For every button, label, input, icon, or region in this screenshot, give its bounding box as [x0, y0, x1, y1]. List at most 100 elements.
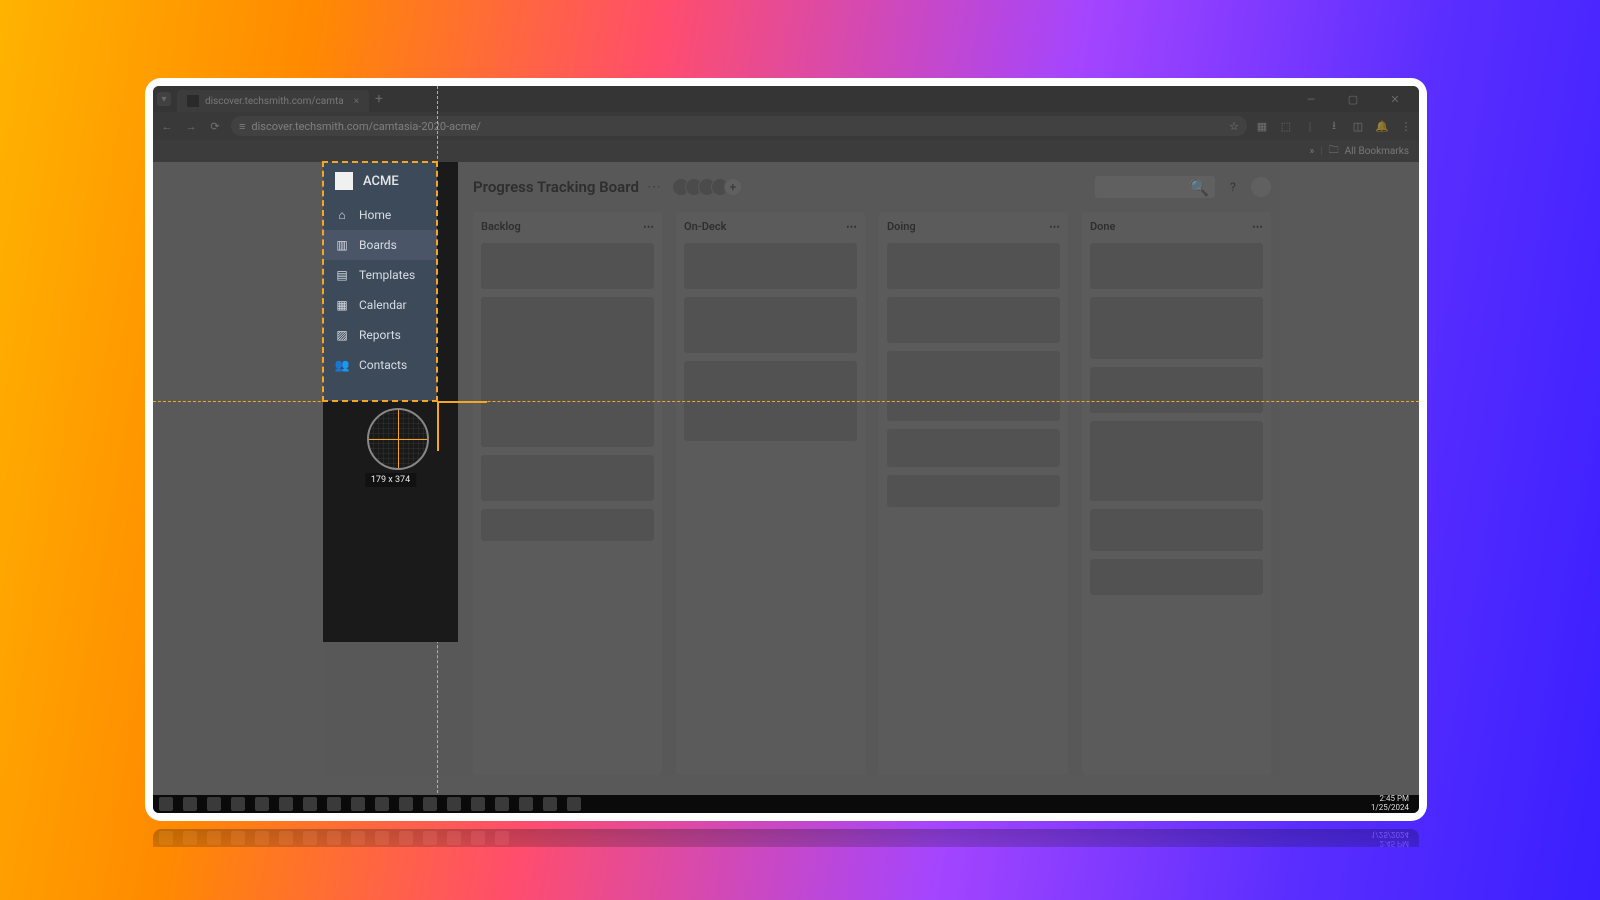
sidebar-item-contacts[interactable]: 👥 Contacts: [323, 350, 437, 380]
board-card[interactable]: [481, 509, 654, 541]
sidebar-item-label: Templates: [359, 268, 415, 282]
add-member-button[interactable]: +: [724, 178, 742, 196]
taskbar-app-icon[interactable]: [231, 797, 245, 811]
sidebar-brand[interactable]: ACME: [323, 162, 437, 200]
capture-magnifier: [367, 408, 429, 470]
taskbar-app-icon[interactable]: [471, 797, 485, 811]
column-header: Backlog⋯: [481, 220, 654, 233]
window-controls: — ▢ ✕: [1297, 93, 1415, 106]
window-minimize-button[interactable]: —: [1297, 93, 1325, 106]
column-title: Done: [1090, 220, 1115, 233]
notifications-icon[interactable]: 🔔: [1375, 120, 1389, 133]
taskbar-clock[interactable]: 2:45 PM 1/25/2024: [1371, 795, 1413, 813]
window-close-button[interactable]: ✕: [1381, 93, 1409, 106]
sidebar-item-label: Boards: [359, 238, 397, 252]
sidebar-item-reports[interactable]: ▨ Reports: [323, 320, 437, 350]
board-card[interactable]: [481, 455, 654, 501]
board-search-input[interactable]: 🔍: [1095, 176, 1215, 198]
tab-dropdown-icon[interactable]: ▾: [157, 92, 171, 106]
url-field[interactable]: ≡ discover.techsmith.com/camtasia-2020-a…: [231, 116, 1247, 136]
reflection: 2:45 PM1/25/2024: [145, 821, 1427, 891]
taskbar-app-icon[interactable]: [375, 797, 389, 811]
board-card[interactable]: [684, 243, 857, 289]
board-card[interactable]: [1090, 243, 1263, 289]
column-menu-icon[interactable]: ⋯: [1049, 220, 1060, 233]
taskbar-app-icon[interactable]: [351, 797, 365, 811]
board-menu-icon[interactable]: ⋯: [647, 179, 661, 195]
nav-reload-icon[interactable]: ⟳: [207, 120, 223, 133]
app-viewport: ACME ⌂ Home ▥ Boards ▤: [153, 162, 1419, 795]
user-avatar-icon[interactable]: [1251, 177, 1271, 197]
app-sidebar-dark: ACME ⌂ Home ▥ Boards ▤: [323, 162, 458, 642]
sidebar-item-templates[interactable]: ▤ Templates: [323, 260, 437, 290]
taskbar-app-icon[interactable]: [447, 797, 461, 811]
board-card[interactable]: [887, 429, 1060, 467]
board-card[interactable]: [887, 243, 1060, 289]
sidebar-item-calendar[interactable]: ▦ Calendar: [323, 290, 437, 320]
taskbar-app-icon[interactable]: [567, 797, 581, 811]
board-card[interactable]: [1090, 421, 1263, 501]
taskbar-app-icon[interactable]: [543, 797, 557, 811]
taskbar-app-icon[interactable]: [327, 797, 341, 811]
board-card[interactable]: [481, 297, 654, 447]
extension-2-icon[interactable]: ⬚: [1279, 120, 1293, 133]
board-card[interactable]: [887, 351, 1060, 421]
start-button[interactable]: [159, 797, 173, 811]
sidebar-item-boards[interactable]: ▥ Boards: [323, 230, 437, 260]
column-menu-icon[interactable]: ⋯: [643, 220, 654, 233]
board-card[interactable]: [481, 243, 654, 289]
tab-close-icon[interactable]: ×: [354, 96, 359, 107]
taskbar-app-icon[interactable]: [303, 797, 317, 811]
sidepanel-icon[interactable]: ◫: [1351, 120, 1365, 133]
bookmark-star-icon[interactable]: ☆: [1229, 120, 1239, 133]
browser-address-bar: ← → ⟳ ≡ discover.techsmith.com/camtasia-…: [153, 112, 1419, 140]
window-maximize-button[interactable]: ▢: [1339, 93, 1367, 106]
sidebar-item-home[interactable]: ⌂ Home: [323, 200, 437, 230]
board-title: Progress Tracking Board: [473, 178, 639, 196]
board-card[interactable]: [887, 475, 1060, 507]
taskbar-app-icon[interactable]: [279, 797, 293, 811]
sidebar-item-label: Reports: [359, 328, 401, 342]
column-menu-icon[interactable]: ⋯: [1252, 220, 1263, 233]
taskbar-app-icon[interactable]: [495, 797, 509, 811]
screenshot-frame: ▾ discover.techsmith.com/camta × + — ▢ ✕…: [145, 78, 1427, 821]
templates-icon: ▤: [335, 268, 349, 282]
taskbar-app-icon[interactable]: [519, 797, 533, 811]
sidebar-item-label: Home: [359, 208, 391, 222]
windows-taskbar: 2:45 PM 1/25/2024: [153, 795, 1419, 813]
browser-tab-strip: ▾ discover.techsmith.com/camta × + — ▢ ✕: [153, 86, 1419, 112]
taskbar-app-icon[interactable]: [423, 797, 437, 811]
all-bookmarks-button[interactable]: All Bookmarks: [1345, 146, 1409, 157]
board-card[interactable]: [1090, 509, 1263, 551]
board-card[interactable]: [1090, 367, 1263, 413]
board-column: Doing⋯: [879, 212, 1068, 775]
browser-tab-active[interactable]: discover.techsmith.com/camta ×: [177, 90, 369, 112]
brand-name: ACME: [363, 174, 399, 189]
help-icon[interactable]: ?: [1223, 177, 1243, 197]
board-column: Backlog⋯: [473, 212, 662, 775]
nav-back-icon[interactable]: ←: [159, 120, 175, 133]
capture-dimensions-label: 179 x 374: [365, 473, 416, 487]
board-card[interactable]: [684, 361, 857, 441]
browser-menu-icon[interactable]: ⋮: [1399, 120, 1413, 133]
browser-window: ▾ discover.techsmith.com/camta × + — ▢ ✕…: [153, 86, 1419, 813]
taskbar-search-icon[interactable]: [183, 797, 197, 811]
board-card[interactable]: [1090, 559, 1263, 595]
boards-icon: ▥: [335, 238, 349, 252]
url-text: discover.techsmith.com/camtasia-2020-acm…: [251, 120, 480, 133]
search-icon: 🔍: [1189, 178, 1209, 197]
board-card[interactable]: [887, 297, 1060, 343]
sidebar-item-label: Contacts: [359, 358, 407, 372]
extension-1-icon[interactable]: ▦: [1255, 120, 1269, 133]
column-menu-icon[interactable]: ⋯: [846, 220, 857, 233]
board-card[interactable]: [684, 297, 857, 353]
new-tab-button[interactable]: +: [369, 91, 389, 107]
bookmarks-overflow-icon[interactable]: »: [1309, 146, 1314, 157]
downloads-icon[interactable]: ⭳: [1327, 117, 1341, 136]
taskbar-app-icon[interactable]: [399, 797, 413, 811]
site-info-icon[interactable]: ≡: [239, 120, 245, 133]
task-view-icon[interactable]: [207, 797, 221, 811]
nav-forward-icon[interactable]: →: [183, 120, 199, 133]
taskbar-app-icon[interactable]: [255, 797, 269, 811]
board-card[interactable]: [1090, 297, 1263, 359]
